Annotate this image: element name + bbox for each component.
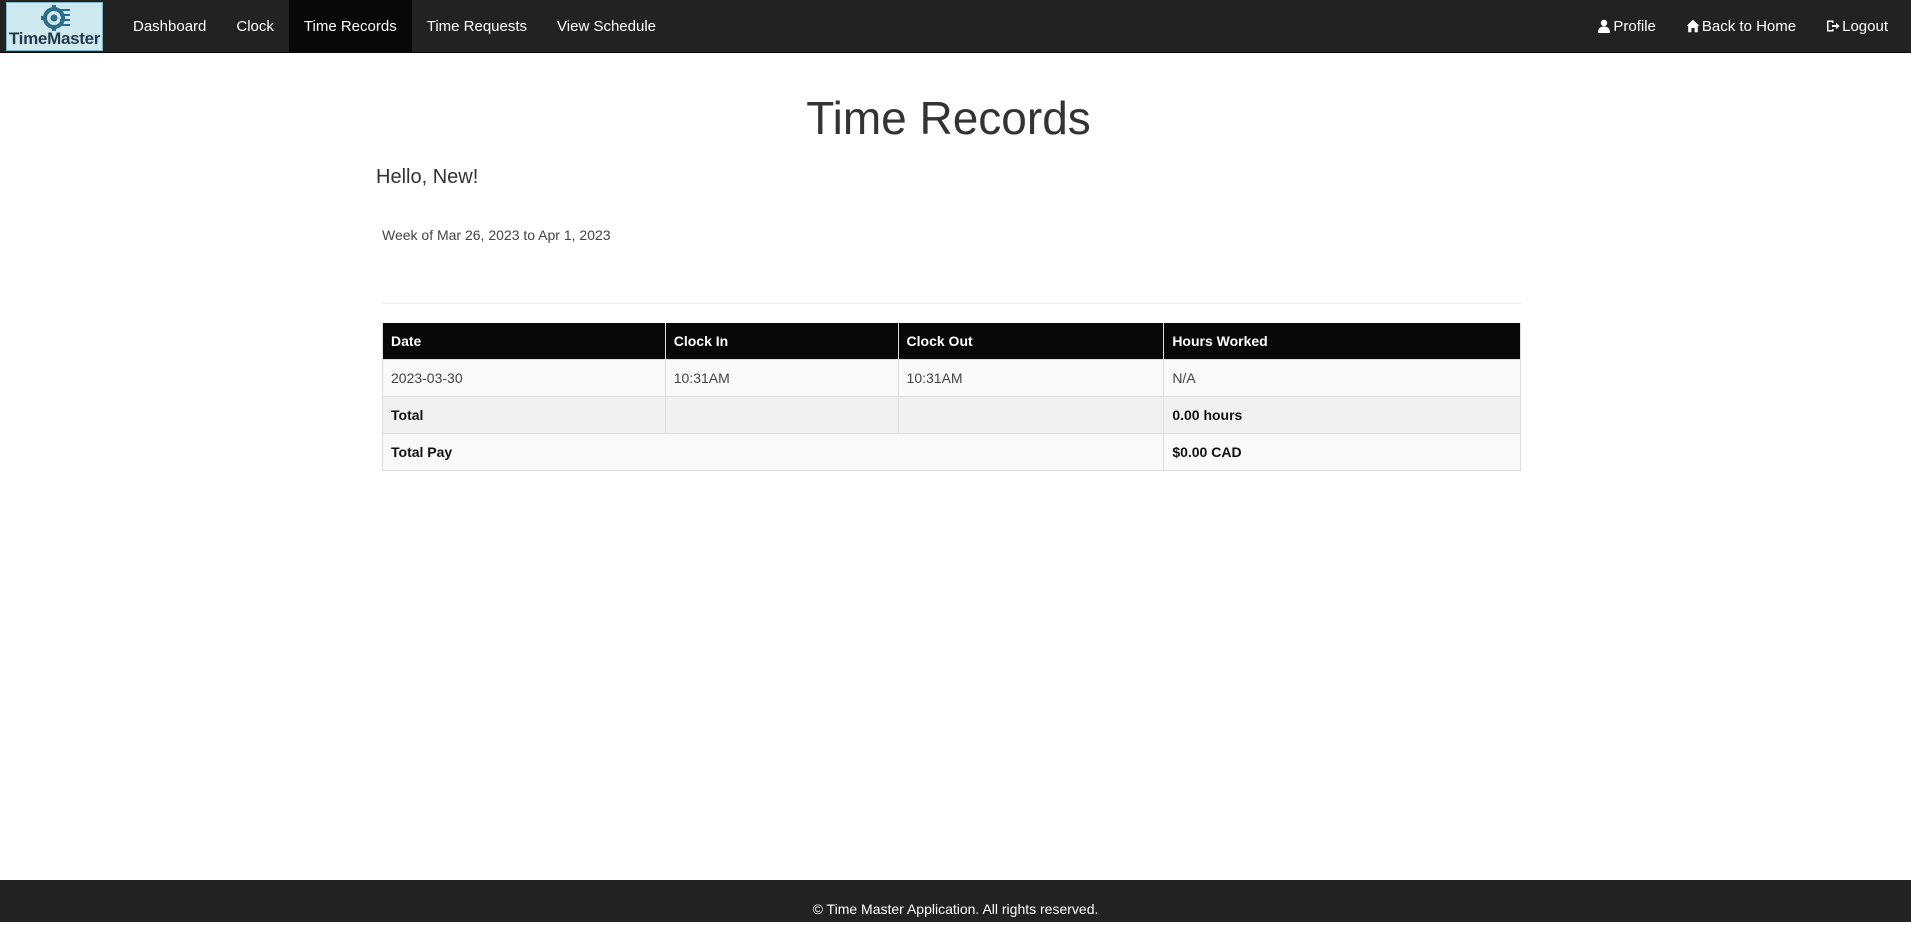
nav-time-records[interactable]: Time Records <box>288 0 412 52</box>
nav-profile-label: Profile <box>1613 17 1656 35</box>
user-nav: Profile Back to Home Logout <box>1582 0 1903 52</box>
footer-copyright: © Time Master Application. All rights re… <box>812 901 1099 917</box>
column-header-hours-worked: Hours Worked <box>1163 323 1521 360</box>
total-empty-cell <box>664 395 899 434</box>
nav-logout[interactable]: Logout <box>1811 0 1903 52</box>
total-row: Total 0.00 hours <box>382 395 1521 434</box>
total-pay-label: Total Pay <box>381 432 1165 471</box>
page-title: Time Records <box>806 92 1091 144</box>
main-nav: Dashboard Clock Time Records Time Reques… <box>118 0 671 52</box>
cell-hours-worked: N/A <box>1163 358 1521 397</box>
brand-logo[interactable]: TimeMaster <box>6 2 103 51</box>
total-empty-cell <box>897 395 1165 434</box>
total-label: Total <box>382 395 666 434</box>
nav-profile[interactable]: Profile <box>1582 0 1671 52</box>
footer: © Time Master Application. All rights re… <box>0 880 1911 922</box>
nav-view-schedule[interactable]: View Schedule <box>542 0 671 52</box>
table-row: 2023-03-30 10:31AM 10:31AM N/A <box>382 358 1521 397</box>
nav-back-to-home-label: Back to Home <box>1701 17 1797 35</box>
nav-logout-label: Logout <box>1842 17 1888 35</box>
gear-logo-icon <box>41 5 70 31</box>
column-header-clock-out: Clock Out <box>897 323 1165 360</box>
navbar: TimeMaster Dashboard Clock Time Records … <box>0 0 1911 53</box>
cell-clock-in: 10:31AM <box>664 358 899 397</box>
nav-dashboard[interactable]: Dashboard <box>118 0 221 52</box>
logout-icon <box>1827 20 1840 32</box>
column-header-clock-in: Clock In <box>664 323 899 360</box>
time-records-table: Date Clock In Clock Out Hours Worked 202… <box>381 323 1521 471</box>
total-pay-row: Total Pay $0.00 CAD <box>381 432 1521 471</box>
column-header-date: Date <box>382 323 666 360</box>
total-pay-amount: $0.00 CAD <box>1163 432 1521 471</box>
greeting: Hello, New! <box>376 166 479 188</box>
nav-back-to-home[interactable]: Back to Home <box>1671 0 1811 52</box>
cell-clock-out: 10:31AM <box>897 358 1165 397</box>
nav-time-requests[interactable]: Time Requests <box>412 0 542 52</box>
divider <box>382 303 1521 304</box>
total-hours: 0.00 hours <box>1163 395 1521 434</box>
nav-clock[interactable]: Clock <box>221 0 289 52</box>
home-icon <box>1686 19 1700 33</box>
table-header-row: Date Clock In Clock Out Hours Worked <box>382 323 1521 360</box>
user-icon <box>1598 19 1611 33</box>
week-range: Week of Mar 26, 2023 to Apr 1, 2023 <box>382 227 611 243</box>
cell-date: 2023-03-30 <box>382 358 666 397</box>
brand-name: TimeMaster <box>8 29 101 48</box>
